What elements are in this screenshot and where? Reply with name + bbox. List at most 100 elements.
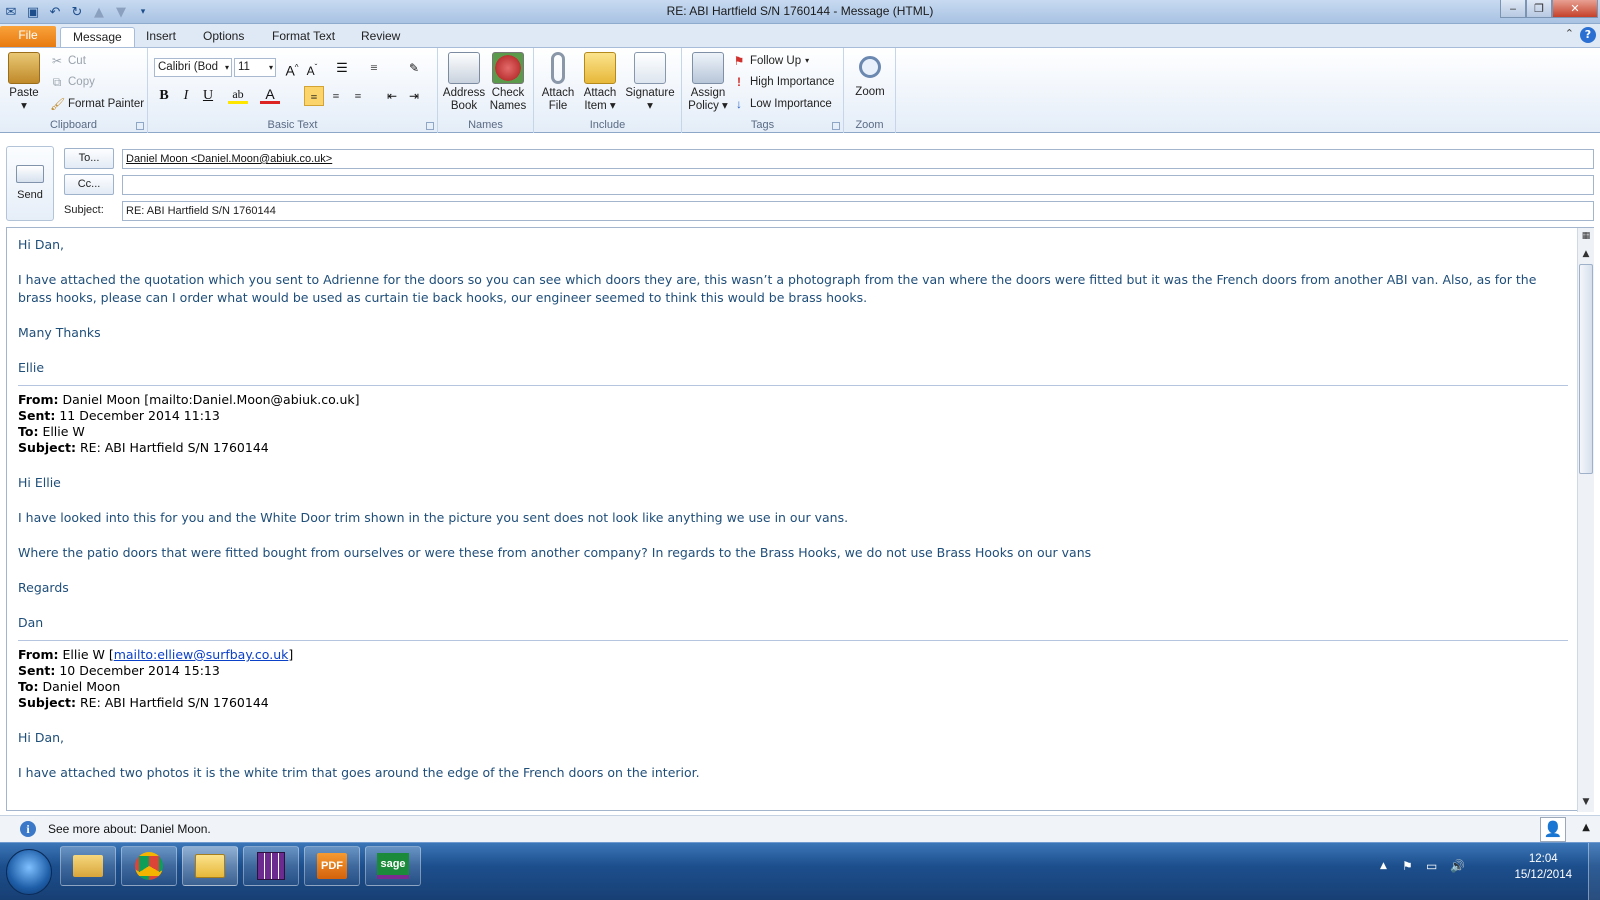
size-dropdown-icon: ▾ — [268, 63, 273, 72]
ruler-toggle-icon[interactable]: ▦ — [1578, 228, 1594, 244]
check-names-button[interactable]: Check Names — [486, 52, 530, 113]
contact-avatar[interactable]: 👤 — [1540, 817, 1566, 842]
paste-button[interactable]: Paste ▾ — [6, 52, 42, 113]
body-signature: Ellie — [18, 360, 45, 375]
align-center-icon[interactable]: ≡ — [326, 86, 346, 106]
tab-review[interactable]: Review — [349, 27, 412, 47]
cc-button[interactable]: Cc... — [64, 174, 114, 195]
maximize-button[interactable]: ❐ — [1526, 0, 1552, 18]
help-icon[interactable]: ? — [1580, 27, 1596, 43]
clear-formatting-icon[interactable]: ✎ — [404, 58, 424, 78]
clipboard-group-label: Clipboard — [49, 119, 98, 131]
minimize-ribbon-icon[interactable]: ⌃ — [1565, 27, 1574, 40]
action-center-flag-icon[interactable]: ⚑ — [1402, 859, 1413, 873]
names-group-label: Names — [468, 119, 503, 131]
envelope-icon — [584, 52, 616, 84]
reply1-greeting: Hi Ellie — [18, 475, 61, 490]
address-book-icon — [448, 52, 480, 84]
brush-icon: 🖌 — [50, 97, 66, 111]
show-hidden-icons[interactable]: ▲ — [1380, 861, 1387, 871]
tab-format-text[interactable]: Format Text — [260, 27, 347, 47]
low-importance-button[interactable]: ↓ Low Importance — [732, 95, 832, 113]
subject-label: Subject: — [64, 204, 104, 216]
reply2-greeting: Hi Dan, — [18, 730, 65, 745]
chrome-taskbar-icon[interactable] — [121, 846, 177, 886]
address-book-button[interactable]: Address Book — [442, 52, 486, 113]
basic-text-group-label: Basic Text — [267, 119, 318, 131]
align-right-icon[interactable]: ≡ — [348, 86, 368, 106]
clipboard-launcher-icon[interactable] — [136, 122, 144, 130]
copy-icon: ⧉ — [52, 75, 62, 89]
network-icon[interactable]: ▭ — [1426, 859, 1437, 873]
tab-insert[interactable]: Insert — [134, 27, 188, 47]
calc-taskbar-icon[interactable] — [243, 846, 299, 886]
expand-people-pane-icon[interactable]: ▲ — [1582, 822, 1590, 833]
tab-options[interactable]: Options — [191, 27, 256, 47]
scissors-icon: ✂ — [51, 54, 63, 68]
pdf-icon: PDF — [317, 853, 347, 879]
attach-item-button[interactable]: Attach Item ▾ — [580, 52, 620, 113]
clock[interactable]: 12:04 15/12/2014 — [1514, 851, 1572, 883]
reply1-header: From: Daniel Moon [mailto:Daniel.Moon@ab… — [18, 392, 360, 455]
shrink-font-icon[interactable]: Aˇ — [302, 58, 322, 78]
cc-field[interactable] — [122, 175, 1594, 195]
reply2-mailto-link[interactable]: mailto:elliew@surfbay.co.uk — [114, 647, 289, 662]
grow-font-icon[interactable]: A^ — [282, 58, 302, 79]
outlook-taskbar-icon[interactable] — [182, 846, 238, 886]
sage-taskbar-icon[interactable]: sage — [365, 846, 421, 886]
zoom-group-label: Zoom — [855, 119, 884, 131]
send-button[interactable]: Send — [6, 146, 54, 221]
follow-up-button[interactable]: ⚑ Follow Up ▾ — [732, 52, 810, 70]
tags-launcher-icon[interactable] — [832, 122, 840, 130]
bullets-icon[interactable]: ☰ — [332, 58, 352, 78]
zoom-button[interactable]: Zoom — [848, 52, 892, 99]
reply1-to: Ellie W — [42, 424, 85, 439]
decrease-indent-icon[interactable]: ⇤ — [382, 86, 402, 106]
format-painter-button[interactable]: 🖌 Format Painter — [50, 95, 144, 113]
minimize-button[interactable]: ‒ — [1500, 0, 1526, 18]
scrollbar-thumb[interactable] — [1579, 264, 1593, 474]
high-importance-button[interactable]: ! High Importance — [732, 73, 834, 91]
signature-button[interactable]: Signature ▾ — [622, 52, 678, 113]
basic-text-launcher-icon[interactable] — [426, 122, 434, 130]
to-recipient[interactable]: Daniel Moon <Daniel.Moon@abiuk.co.uk> — [126, 153, 332, 165]
info-icon: i — [20, 821, 36, 837]
vertical-scrollbar[interactable]: ▦ ▲ ▼ — [1577, 228, 1594, 812]
tab-message[interactable]: Message — [60, 27, 135, 47]
reply1-paragraph2: Where the patio doors that were fitted b… — [18, 545, 1092, 560]
pdf-taskbar-icon[interactable]: PDF — [304, 846, 360, 886]
to-button[interactable]: To... — [64, 148, 114, 169]
copy-button[interactable]: ⧉ Copy — [50, 73, 95, 91]
reply-divider — [18, 385, 1568, 386]
font-name-select[interactable]: Calibri (Bod ▾ — [154, 58, 232, 77]
increase-indent-icon[interactable]: ⇥ — [404, 86, 424, 106]
font-color-icon[interactable]: A — [260, 86, 280, 104]
close-button[interactable]: ✕ — [1552, 0, 1598, 18]
explorer-taskbar-icon[interactable] — [60, 846, 116, 886]
tab-file[interactable]: File — [0, 26, 56, 47]
assign-policy-button[interactable]: Assign Policy ▾ — [686, 52, 730, 113]
tags-group: Assign Policy ▾ ⚑ Follow Up ▾ ! High Importa… — [682, 48, 844, 133]
font-size-select[interactable]: 11 ▾ — [234, 58, 276, 77]
show-desktop-button[interactable] — [1588, 843, 1600, 900]
cut-button[interactable]: ✂ Cut — [50, 52, 86, 70]
align-left-icon[interactable]: ≡ — [304, 86, 324, 106]
underline-button[interactable]: U — [198, 86, 218, 106]
message-body[interactable]: Hi Dan, I have attached the quotation wh… — [18, 236, 1568, 806]
scroll-down-icon[interactable]: ▼ — [1578, 794, 1594, 810]
people-pane-text[interactable]: See more about: Daniel Moon. — [48, 822, 211, 836]
start-button[interactable] — [6, 849, 52, 895]
subject-field[interactable]: RE: ABI Hartfield S/N 1760144 — [122, 201, 1594, 221]
policy-icon — [692, 52, 724, 84]
paste-icon — [8, 52, 40, 84]
scroll-up-icon[interactable]: ▲ — [1578, 246, 1594, 262]
bold-button[interactable]: B — [154, 86, 174, 106]
attach-file-button[interactable]: Attach File — [538, 52, 578, 113]
highlight-color-icon[interactable]: ab — [228, 86, 248, 104]
magnifier-icon — [859, 56, 881, 78]
to-field[interactable]: Daniel Moon <Daniel.Moon@abiuk.co.uk> — [122, 149, 1594, 169]
italic-button[interactable]: I — [176, 86, 196, 106]
numbering-icon[interactable]: ≡ — [364, 58, 384, 78]
volume-icon[interactable]: 🔊 — [1450, 859, 1465, 873]
font-dropdown-icon: ▾ — [224, 63, 229, 72]
